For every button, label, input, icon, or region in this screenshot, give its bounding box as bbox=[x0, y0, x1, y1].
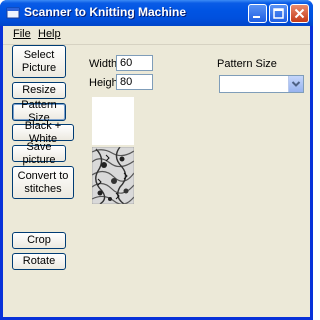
title-bar[interactable]: Scanner to Knitting Machine bbox=[0, 0, 313, 26]
save-picture-button[interactable]: Save picture bbox=[12, 141, 66, 166]
maximize-button[interactable] bbox=[269, 4, 288, 23]
width-label: Width bbox=[89, 58, 118, 70]
black-white-button[interactable]: Black + White bbox=[12, 120, 74, 145]
app-window: Scanner to Knitting Machine File Help Se… bbox=[0, 0, 313, 320]
pattern-size-button[interactable]: Pattern Size bbox=[12, 99, 66, 124]
height-input[interactable]: 80 bbox=[116, 74, 153, 90]
crop-button[interactable]: Crop bbox=[12, 232, 66, 249]
minimize-button[interactable] bbox=[248, 4, 267, 23]
window-title: Scanner to Knitting Machine bbox=[24, 5, 187, 19]
menu-bar: File Help bbox=[3, 26, 310, 45]
resize-button[interactable]: Resize bbox=[12, 82, 66, 99]
select-picture-button[interactable]: Select Picture bbox=[12, 45, 66, 78]
chevron-down-icon bbox=[291, 81, 301, 87]
pattern-size-dropdown[interactable] bbox=[219, 75, 304, 93]
close-button[interactable] bbox=[290, 4, 309, 23]
rotate-button[interactable]: Rotate bbox=[12, 253, 66, 270]
pattern-size-label: Pattern Size bbox=[217, 58, 277, 70]
convert-to-stitches-button[interactable]: Convert to stitches bbox=[12, 166, 74, 199]
minimize-icon bbox=[253, 16, 260, 18]
maximize-icon bbox=[273, 8, 284, 19]
app-icon bbox=[6, 7, 20, 19]
close-icon bbox=[294, 8, 305, 19]
dropdown-arrow-button[interactable] bbox=[288, 76, 303, 92]
preview-image-knit-pattern bbox=[92, 147, 134, 204]
width-input[interactable]: 60 bbox=[116, 55, 153, 71]
menu-help[interactable]: Help bbox=[38, 28, 61, 40]
menu-file[interactable]: File bbox=[13, 28, 31, 40]
preview-image-blank bbox=[92, 97, 134, 145]
